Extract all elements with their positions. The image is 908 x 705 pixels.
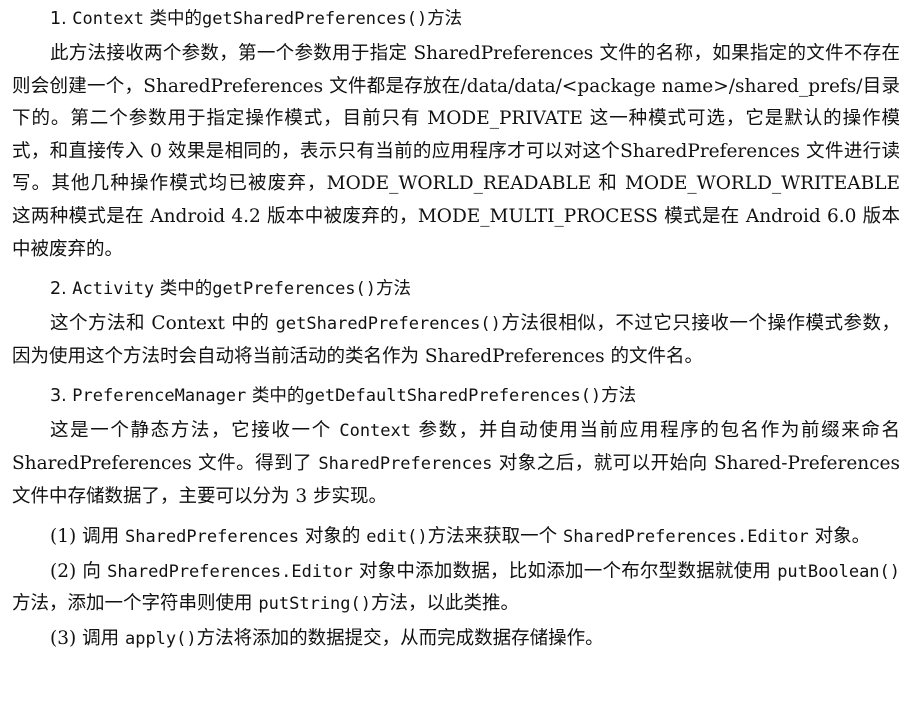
- section-2-heading-method: getPreferences(): [212, 279, 377, 300]
- section-1-heading: 1. Context 类中的getSharedPreferences()方法: [50, 6, 900, 32]
- step-2-code-2: putBoolean(): [777, 561, 901, 582]
- step-2-code: SharedPreferences.Editor: [107, 561, 353, 582]
- step-2-text-1: 对象中添加数据，比如添加一个布尔型数据就使用: [352, 560, 778, 582]
- section-2-body-code: getSharedPreferences(): [275, 314, 501, 335]
- section-3-body: 这是一个静态方法，它接收一个 Context 参数，并自动使用当前应用程序的包名…: [12, 415, 900, 513]
- step-1: (1) 调用 SharedPreferences 对象的 edit()方法来获取…: [12, 521, 900, 554]
- step-2-code-3: putString(): [258, 594, 371, 615]
- section-2-body: 这个方法和 Context 中的 getSharedPreferences()方…: [12, 308, 900, 373]
- step-3-label: (3) 调用: [50, 627, 125, 649]
- step-3-text-1: 方法将添加的数据提交，从而完成数据存储操作。: [196, 627, 604, 649]
- section-1-number: 1.: [50, 9, 67, 29]
- section-3-heading-method: getDefaultSharedPreferences(): [304, 386, 602, 407]
- section-3-body-part-1: 这是一个静态方法，它接收一个: [50, 420, 340, 442]
- section-3-heading: 3. PreferenceManager 类中的getDefaultShared…: [50, 383, 900, 409]
- step-1-code: SharedPreferences: [124, 527, 299, 548]
- section-2-heading-tail: 方法: [376, 279, 412, 300]
- step-2-text-2: 方法，添加一个字符串则使用: [12, 593, 259, 615]
- step-3: (3) 调用 apply()方法将添加的数据提交，从而完成数据存储操作。: [12, 623, 900, 656]
- step-1-label: (1) 调用: [50, 526, 125, 548]
- section-2-heading-mid: 类中的: [159, 279, 213, 300]
- step-1-code-3: SharedPreferences.Editor: [563, 527, 809, 548]
- section-1-heading-method: getSharedPreferences(): [202, 9, 428, 29]
- section-1-body: 此方法接收两个参数，第一个参数用于指定 SharedPreferences 文件…: [12, 43, 900, 260]
- section-3-heading-mid: 类中的: [251, 386, 305, 407]
- step-2-label: (2) 向: [50, 560, 108, 582]
- step-1-code-2: edit(): [366, 527, 428, 548]
- section-2-heading: 2. Activity 类中的getPreferences()方法: [50, 276, 900, 302]
- step-3-code: apply(): [124, 628, 197, 649]
- step-2-text-3: 方法，以此类推。: [370, 593, 519, 615]
- section-1-heading-code: Context: [72, 9, 144, 29]
- section-2-heading-code: Activity: [72, 279, 155, 300]
- section-1-heading-mid: 类中的: [149, 9, 203, 29]
- section-2-body-part-1: 这个方法和 Context 中的: [50, 313, 276, 335]
- section-3-body-code: Context: [339, 421, 411, 442]
- step-1-text-3: 对象。: [808, 526, 871, 548]
- section-2-number: 2.: [50, 279, 67, 300]
- section-3-number: 3.: [50, 386, 67, 407]
- step-1-text-2: 方法来获取一个: [427, 526, 564, 548]
- document-page: 1. Context 类中的getSharedPreferences()方法 此…: [12, 6, 900, 656]
- step-list: (1) 调用 SharedPreferences 对象的 edit()方法来获取…: [12, 521, 900, 655]
- step-2: (2) 向 SharedPreferences.Editor 对象中添加数据，比…: [12, 556, 900, 621]
- step-1-text-1: 对象的: [298, 526, 367, 548]
- section-3-heading-tail: 方法: [601, 386, 637, 407]
- section-3-heading-code: PreferenceManager: [72, 386, 247, 407]
- section-1-heading-tail: 方法: [427, 9, 463, 29]
- section-3-body-code-2: SharedPreferences: [318, 453, 493, 474]
